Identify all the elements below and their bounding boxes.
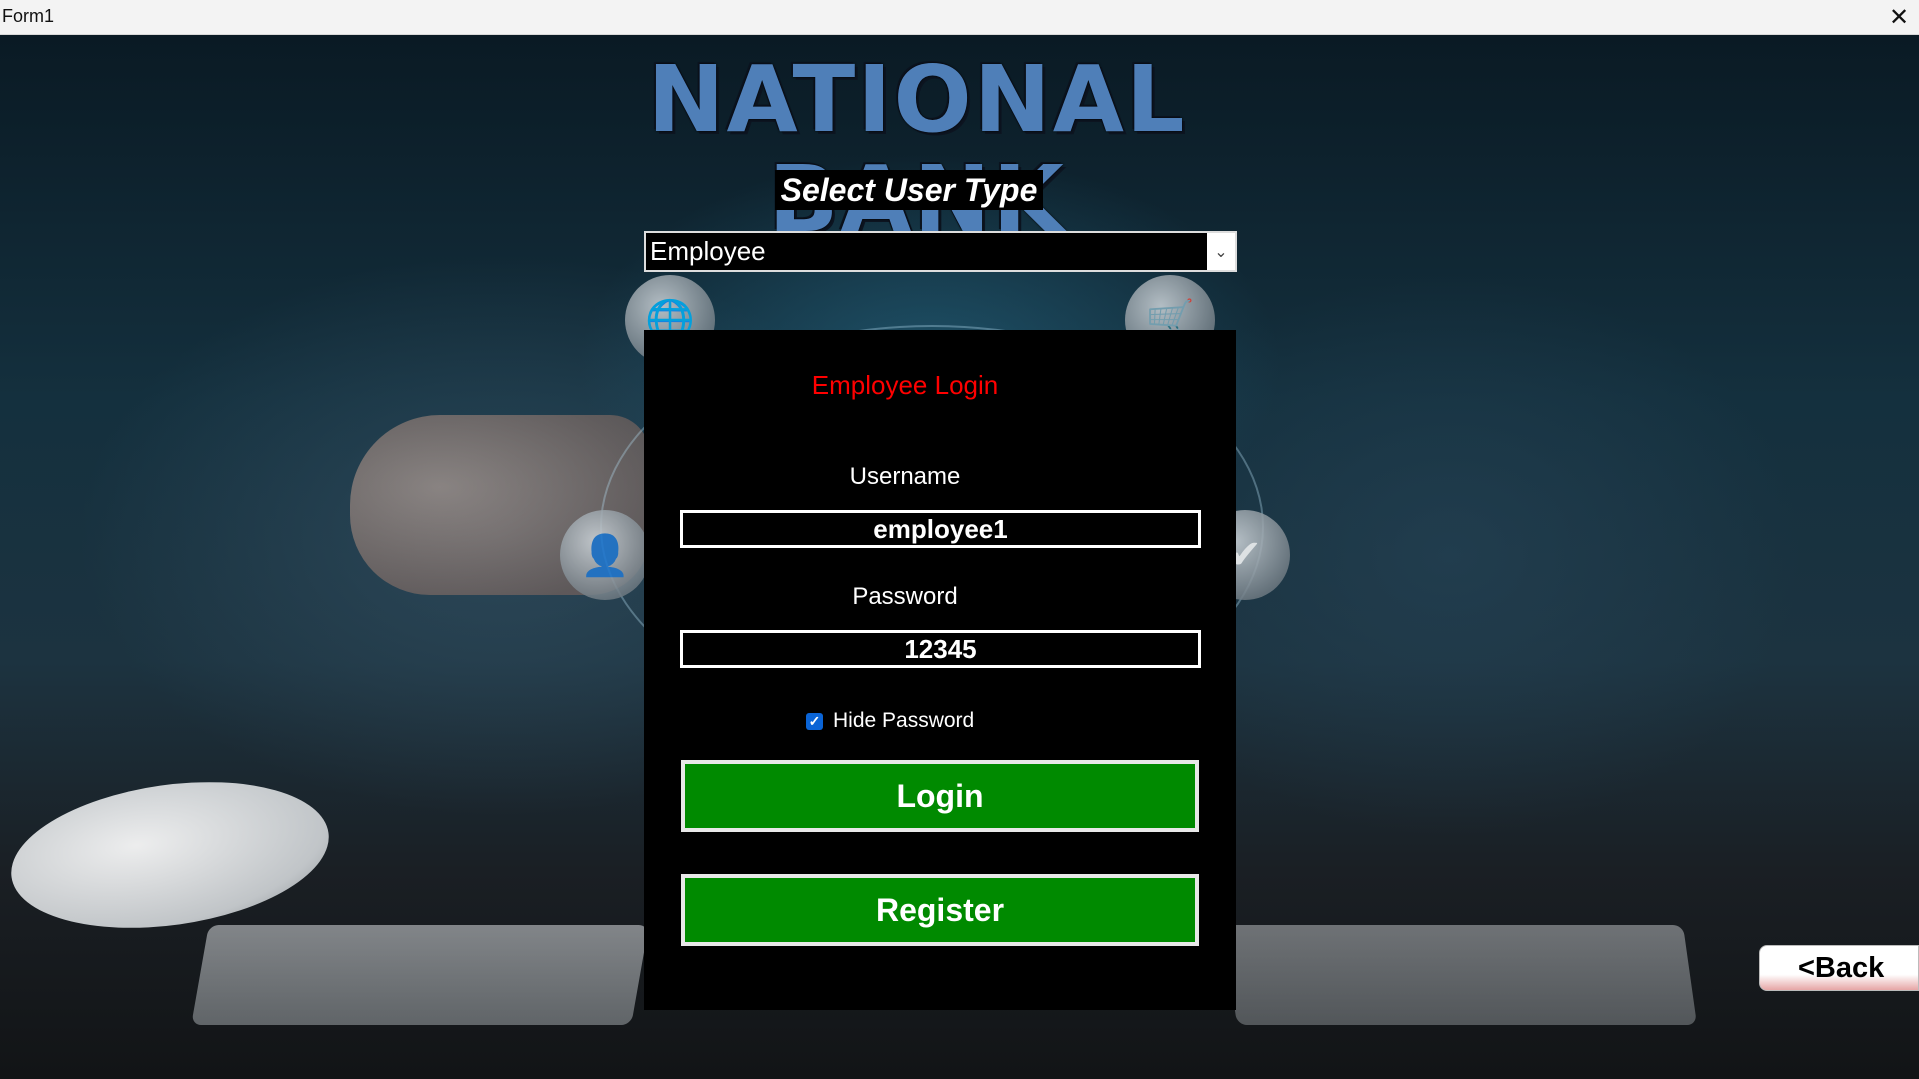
back-button[interactable]: <Back bbox=[1759, 945, 1919, 991]
register-button[interactable]: Register bbox=[681, 874, 1199, 946]
password-input[interactable]: 12345 bbox=[680, 630, 1201, 668]
keyboard-graphic-right bbox=[1222, 925, 1698, 1025]
hide-password-checkbox[interactable]: ✓ bbox=[806, 712, 823, 730]
username-label: Username bbox=[849, 463, 961, 490]
chevron-down-icon[interactable]: ⌄ bbox=[1207, 233, 1235, 270]
user-type-value: Employee bbox=[646, 233, 1207, 270]
title-bar: Form1 ✕ bbox=[0, 0, 1919, 35]
panel-title: Employee Login bbox=[811, 370, 999, 400]
person-icon: 👤 bbox=[560, 510, 650, 600]
login-button[interactable]: Login bbox=[681, 760, 1199, 832]
computer-mouse-graphic bbox=[1, 763, 339, 947]
username-input[interactable]: employee1 bbox=[680, 510, 1201, 548]
login-panel: Employee Login Username employee1 Passwo… bbox=[644, 330, 1236, 1010]
close-icon[interactable]: ✕ bbox=[1879, 0, 1919, 34]
user-type-select[interactable]: Employee ⌄ bbox=[644, 231, 1237, 272]
keyboard-graphic bbox=[191, 925, 649, 1025]
hide-password-row[interactable]: ✓ Hide Password bbox=[806, 709, 974, 733]
window-title: Form1 bbox=[2, 6, 55, 26]
select-user-type-label: Select User Type bbox=[775, 170, 1043, 210]
brand-title: NATIONAL BANK bbox=[647, 46, 1187, 250]
password-label: Password bbox=[852, 583, 958, 610]
hide-password-label: Hide Password bbox=[833, 709, 975, 732]
